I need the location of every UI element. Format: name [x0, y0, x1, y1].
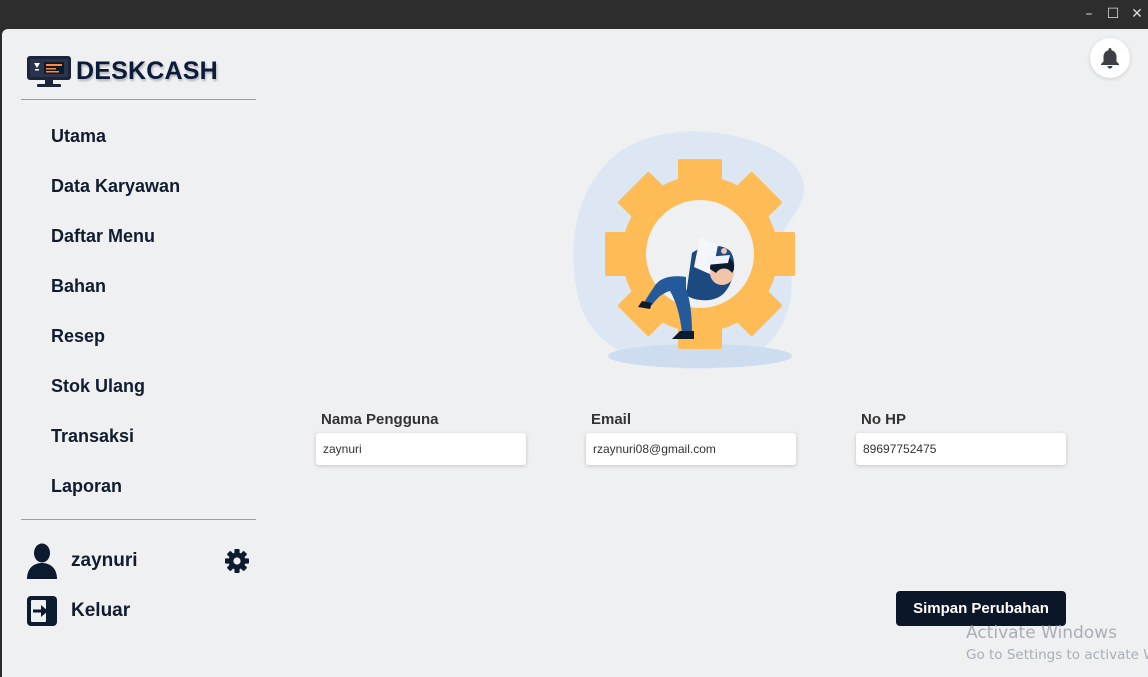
sidebar-item-data-karyawan[interactable]: Data Karyawan	[51, 161, 251, 211]
minimize-button[interactable]: –	[1080, 5, 1098, 23]
app-title: DESKCASH	[76, 56, 218, 85]
username-field: Nama Pengguna	[316, 411, 528, 465]
sidebar-nav: Utama Data Karyawan Daftar Menu Bahan Re…	[51, 111, 251, 511]
sidebar-item-transaksi[interactable]: Transaksi	[51, 411, 251, 461]
logout-icon	[27, 596, 57, 626]
email-label: Email	[591, 411, 632, 428]
logout-button[interactable]: Keluar	[26, 593, 250, 629]
watermark-title: Activate Windows	[966, 623, 1117, 643]
sidebar-divider	[21, 519, 256, 520]
email-field: Email	[586, 411, 798, 465]
logout-label: Keluar	[71, 600, 131, 621]
gear-icon[interactable]	[224, 548, 250, 574]
phone-label: No HP	[861, 411, 906, 428]
settings-illustration	[573, 131, 805, 369]
monitor-logo-icon	[27, 56, 71, 87]
sidebar-item-laporan[interactable]: Laporan	[51, 461, 251, 511]
phone-field: No HP	[856, 411, 1068, 465]
watermark-subtitle: Go to Settings to activate Windows.	[966, 647, 1148, 663]
user-silhouette-icon	[27, 543, 57, 579]
bell-icon	[1101, 48, 1119, 69]
phone-input[interactable]	[856, 433, 1066, 465]
user-profile: zaynuri	[26, 541, 250, 581]
app-window: DESKCASH Utama Data Karyawan Daftar Menu…	[2, 29, 1148, 677]
close-button[interactable]: ✕	[1128, 5, 1146, 23]
sidebar-item-bahan[interactable]: Bahan	[51, 261, 251, 311]
sidebar-item-resep[interactable]: Resep	[51, 311, 251, 361]
sidebar-item-daftar-menu[interactable]: Daftar Menu	[51, 211, 251, 261]
sidebar-item-utama[interactable]: Utama	[51, 111, 251, 161]
maximize-button[interactable]: ☐	[1104, 5, 1122, 23]
user-name: zaynuri	[71, 550, 138, 571]
email-input[interactable]	[586, 433, 796, 465]
username-input[interactable]	[316, 433, 526, 465]
window-titlebar: – ☐ ✕	[0, 0, 1148, 29]
activation-watermark: Activate Windows Go to Settings to activ…	[966, 623, 1148, 663]
brand: DESKCASH	[26, 53, 218, 89]
notification-button[interactable]	[1090, 38, 1130, 78]
username-label: Nama Pengguna	[321, 411, 439, 428]
save-changes-button[interactable]: Simpan Perubahan	[896, 591, 1066, 626]
sidebar-item-stok-ulang[interactable]: Stok Ulang	[51, 361, 251, 411]
sidebar-divider	[21, 99, 256, 100]
